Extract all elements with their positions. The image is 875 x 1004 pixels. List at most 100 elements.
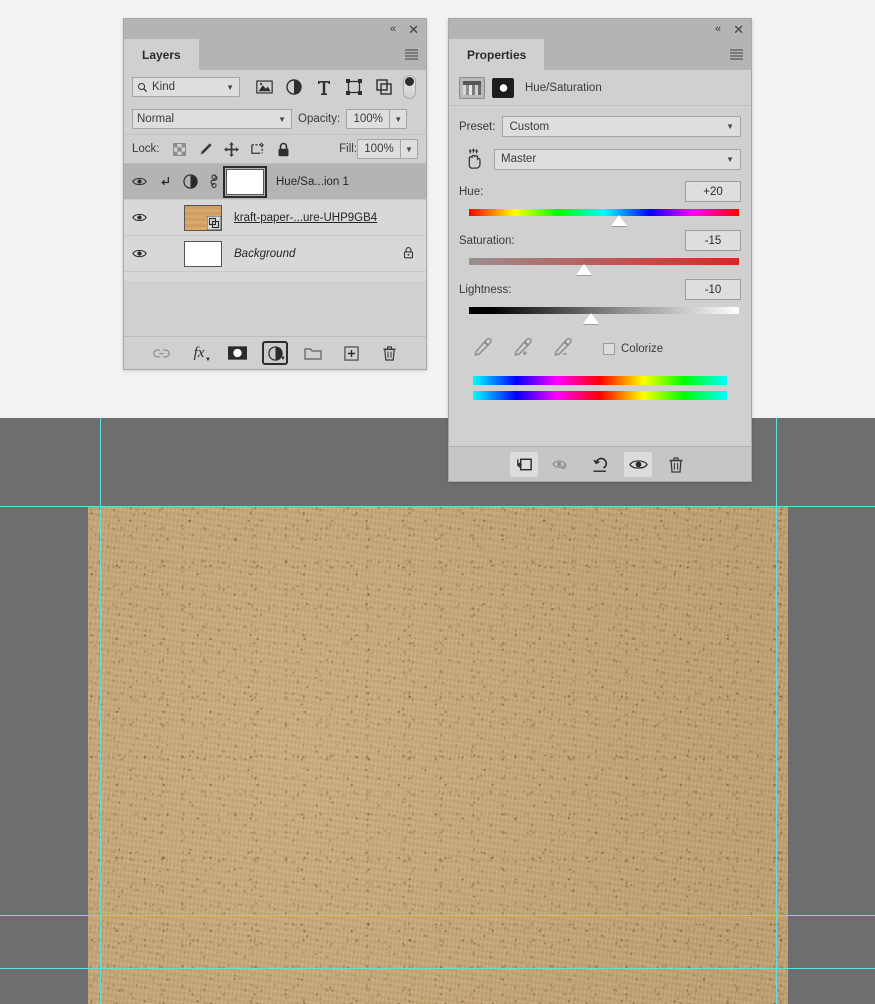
lightness-slider-knob[interactable]: [582, 313, 599, 324]
color-range-bar-source: [473, 376, 727, 385]
document-canvas[interactable]: [0, 418, 875, 1004]
saturation-gradient-bar: [469, 258, 739, 265]
clipping-mask-icon: [154, 176, 178, 188]
layer-name[interactable]: Hue/Sa...ion 1: [276, 176, 349, 188]
layers-list[interactable]: Hue/Sa...ion 1 kraft-paper-...ure-UHP9GB…: [124, 163, 426, 281]
tab-layers[interactable]: Layers: [124, 39, 199, 70]
colorize-checkbox-wrap[interactable]: Colorize: [603, 342, 664, 355]
channel-select[interactable]: Master ▼: [494, 148, 741, 170]
saturation-slider-track[interactable]: [469, 258, 739, 275]
hue-saturation-icon[interactable]: [459, 76, 485, 99]
saturation-slider-knob[interactable]: [575, 264, 592, 275]
layers-panel-toolbar: fx ▼ ▼: [124, 336, 426, 369]
lightness-slider-block: Lightness: -10: [459, 279, 741, 324]
on-image-adjustment-icon[interactable]: [459, 148, 487, 170]
chevron-down-icon[interactable]: ▼: [226, 83, 234, 92]
panel-menu-icon[interactable]: [730, 49, 743, 60]
filter-kind-label: Kind: [152, 81, 176, 93]
layer-filter-row: Kind ▼: [124, 70, 426, 104]
table-row[interactable]: Background: [124, 236, 426, 272]
hue-slider-track[interactable]: [469, 209, 739, 226]
add-layer-mask-button[interactable]: [224, 341, 250, 365]
chevron-down-icon[interactable]: ▼: [726, 155, 734, 164]
new-group-button[interactable]: [300, 341, 326, 365]
opacity-stepper[interactable]: ▼: [390, 109, 408, 129]
pixel-layer-filter-icon[interactable]: [249, 74, 279, 100]
close-icon[interactable]: ✕: [408, 23, 419, 36]
eyedropper-icon[interactable]: [473, 337, 493, 360]
hue-slider-knob[interactable]: [610, 215, 627, 226]
fill-stepper[interactable]: ▼: [401, 139, 418, 159]
lock-label: Lock:: [132, 143, 160, 155]
filter-enable-toggle[interactable]: [403, 75, 416, 99]
filter-kind-select[interactable]: Kind ▼: [132, 77, 240, 97]
adjustment-header: Hue/Saturation: [449, 70, 751, 106]
colorize-checkbox[interactable]: [603, 342, 615, 355]
toggle-previous-state-button[interactable]: [548, 452, 576, 477]
color-range-bar-result[interactable]: [473, 391, 727, 400]
eyedropper-subtract-icon[interactable]: [553, 337, 573, 360]
adjustment-layer-filter-icon[interactable]: [279, 74, 309, 100]
link-layers-button[interactable]: [148, 341, 174, 365]
reset-adjustment-button[interactable]: [586, 452, 614, 477]
collapse-icon[interactable]: «: [715, 23, 721, 35]
chevron-down-icon: ▼: [280, 356, 286, 362]
saturation-label: Saturation:: [459, 234, 515, 247]
mask-link-icon[interactable]: [202, 174, 226, 189]
preset-select[interactable]: Custom ▼: [502, 116, 741, 137]
tab-properties[interactable]: Properties: [449, 39, 545, 70]
layer-thumbnail[interactable]: [184, 204, 222, 231]
layer-thumbnail[interactable]: [184, 240, 222, 267]
guide-horizontal-top[interactable]: [0, 506, 875, 507]
layer-mask-thumbnail[interactable]: [223, 165, 267, 198]
smart-object-filter-icon[interactable]: [369, 74, 399, 100]
new-adjustment-layer-button[interactable]: ▼: [262, 341, 288, 365]
chevron-down-icon[interactable]: ▼: [278, 115, 286, 124]
eyedropper-add-icon[interactable]: [513, 337, 533, 360]
guide-horizontal-bottom[interactable]: [0, 968, 875, 969]
adjustment-layer-thumb-icon[interactable]: [178, 174, 202, 189]
lock-position-icon[interactable]: [219, 138, 245, 160]
lock-transparent-pixels-icon[interactable]: [167, 138, 193, 160]
hue-input[interactable]: +20: [685, 181, 741, 202]
layers-panel-titlebar: « ✕: [124, 19, 426, 39]
colorize-label: Colorize: [621, 342, 664, 355]
opacity-input[interactable]: 100%: [346, 109, 391, 129]
saturation-input[interactable]: -15: [685, 230, 741, 251]
delete-layer-button[interactable]: [376, 341, 402, 365]
layer-visibility-toggle[interactable]: [124, 248, 154, 259]
shape-layer-filter-icon[interactable]: [339, 74, 369, 100]
layer-visibility-toggle[interactable]: [124, 176, 154, 187]
layers-panel[interactable]: « ✕ Layers Kind ▼ Normal ▼ Opacity: 100%…: [123, 18, 427, 370]
hue-slider-block: Hue: +20: [459, 181, 741, 226]
panel-menu-icon[interactable]: [405, 49, 418, 60]
type-layer-filter-icon[interactable]: [309, 74, 339, 100]
collapse-icon[interactable]: «: [390, 23, 396, 35]
delete-adjustment-button[interactable]: [662, 452, 690, 477]
lightness-slider-track[interactable]: [469, 307, 739, 324]
lock-image-pixels-icon[interactable]: [193, 138, 219, 160]
new-layer-button[interactable]: [338, 341, 364, 365]
lightness-input[interactable]: -10: [685, 279, 741, 300]
layer-name[interactable]: kraft-paper-...ure-UHP9GB4: [234, 212, 377, 224]
lock-all-icon[interactable]: [271, 138, 297, 160]
table-row[interactable]: kraft-paper-...ure-UHP9GB4: [124, 200, 426, 236]
guide-horizontal-middle[interactable]: [0, 915, 875, 916]
blend-mode-value: Normal: [137, 113, 175, 125]
channel-value: Master: [501, 153, 537, 165]
layer-mask-icon[interactable]: [492, 77, 514, 98]
layer-visibility-toggle[interactable]: [124, 212, 154, 223]
blend-mode-select[interactable]: Normal ▼: [132, 109, 292, 129]
chevron-down-icon[interactable]: ▼: [726, 122, 734, 131]
clip-to-layer-button[interactable]: [510, 451, 538, 477]
layer-style-button[interactable]: fx ▼: [186, 341, 212, 365]
close-icon[interactable]: ✕: [733, 23, 744, 36]
toggle-visibility-button[interactable]: [624, 451, 652, 477]
table-row[interactable]: Hue/Sa...ion 1: [124, 164, 426, 200]
lock-artboard-nesting-icon[interactable]: [245, 138, 271, 160]
layer-name[interactable]: Background: [234, 248, 295, 260]
properties-panel[interactable]: « ✕ Properties Hue/Saturation Preset: Cu…: [448, 18, 752, 482]
lock-fill-row: Lock: Fill: 100% ▼: [124, 134, 426, 163]
fill-input[interactable]: 100%: [357, 139, 401, 159]
fx-label: fx: [193, 344, 205, 361]
